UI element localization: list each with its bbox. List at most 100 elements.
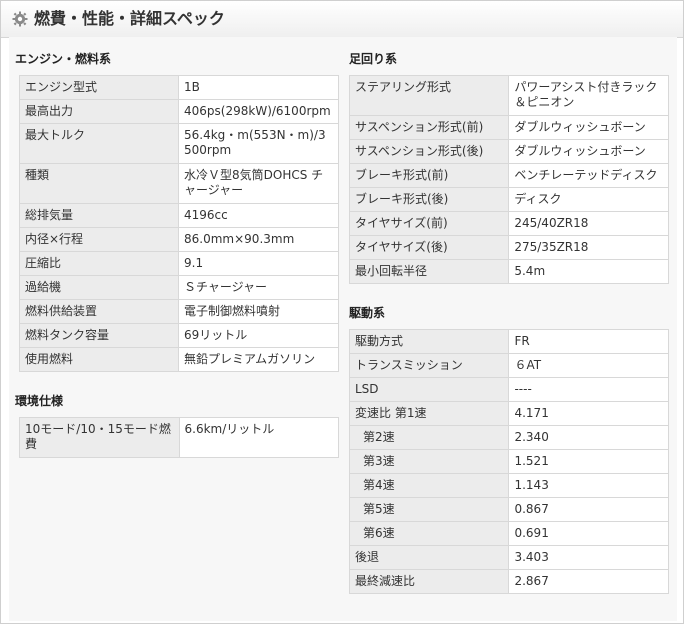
header-bar: 燃費・性能・詳細スペック [1, 1, 683, 38]
row-value: 69リットル [178, 323, 339, 348]
row-value: 電子制御燃料噴射 [178, 299, 339, 324]
section-title-engine: エンジン・燃料系 [15, 52, 112, 66]
row-label: 第5速 [348, 497, 510, 522]
row-label: 最高出力 [18, 99, 180, 124]
row-label: 種類 [18, 163, 180, 204]
row-label: サスペンション形式(前) [348, 115, 510, 140]
table-row: 第2速 2.340 [348, 425, 669, 450]
row-label: 過給機 [18, 275, 180, 300]
row-label: 総排気量 [18, 203, 180, 228]
row-value: FR [508, 329, 669, 354]
row-value: ベンチレーテッドディスク [508, 163, 669, 188]
page-title: 燃費・性能・詳細スペック [34, 9, 225, 28]
table-row: 第6速 0.691 [348, 521, 669, 546]
row-label: タイヤサイズ(前) [348, 211, 510, 236]
drivetrain-spec-table: 駆動方式 FR トランスミッション ６AT LSD ---- 変速比 第1速 4.171… [348, 329, 669, 594]
row-value: 86.0mm×90.3mm [178, 227, 339, 252]
row-label: ブレーキ形式(前) [348, 163, 510, 188]
row-value: 275/35ZR18 [508, 235, 669, 260]
row-value: 3.403 [508, 545, 669, 570]
row-value: 406ps(298kW)/6100rpm [178, 99, 339, 124]
row-label: 10モード/10・15モード燃費 [19, 417, 180, 458]
row-value: ダブルウィッシュボーン [508, 139, 669, 164]
row-label: 駆動方式 [348, 329, 510, 354]
gear-icon [12, 11, 28, 27]
table-row: 第4速 1.143 [348, 473, 669, 498]
left-column: エンジン・燃料系 エンジン型式 1B 最高出力 406ps(298kW)/6100r… [9, 37, 343, 621]
table-row: トランスミッション ６AT [348, 353, 669, 378]
table-row: 過給機 Ｓチャージャー [18, 275, 339, 300]
table-row: ブレーキ形式(前) ベンチレーテッドディスク [348, 163, 669, 188]
table-row: 後退 3.403 [348, 545, 669, 570]
right-column: 足回り系 ステアリング形式 パワーアシスト付きラック＆ピニオン サスペンション形式… [343, 37, 677, 621]
table-row: 燃料供給装置 電子制御燃料噴射 [18, 299, 339, 324]
table-row: 最小回転半径 5.4m [348, 259, 669, 284]
row-label: サスペンション形式(後) [348, 139, 510, 164]
table-row: 圧縮比 9.1 [18, 251, 339, 276]
row-value: 9.1 [178, 251, 339, 276]
row-value: 1B [178, 75, 339, 100]
row-label: 最終減速比 [348, 569, 510, 594]
table-row: 10モード/10・15モード燃費 6.6km/リットル [19, 417, 339, 458]
section-title-suspension: 足回り系 [349, 52, 398, 66]
table-row: 燃料タンク容量 69リットル [18, 323, 339, 348]
row-value: Ｓチャージャー [178, 275, 339, 300]
row-label: 後退 [348, 545, 510, 570]
table-row: LSD ---- [348, 377, 669, 402]
row-value: ---- [508, 377, 669, 402]
table-row: 使用燃料 無鉛プレミアムガソリン [18, 347, 339, 372]
row-value: 4.171 [508, 401, 669, 426]
row-label: ブレーキ形式(後) [348, 187, 510, 212]
row-label: 第3速 [348, 449, 510, 474]
table-row: 総排気量 4196cc [18, 203, 339, 228]
table-row: 最大トルク 56.4kg・m(553N・m)/3500rpm [18, 123, 339, 164]
row-label: トランスミッション [348, 353, 510, 378]
row-value: 1.143 [508, 473, 669, 498]
table-row: タイヤサイズ(前) 245/40ZR18 [348, 211, 669, 236]
row-label: 第4速 [348, 473, 510, 498]
table-row: 内径×行程 86.0mm×90.3mm [18, 227, 339, 252]
row-value: 水冷Ｖ型8気筒DOHCS チャージャー [178, 163, 339, 204]
row-value: 無鉛プレミアムガソリン [178, 347, 339, 372]
row-label: 内径×行程 [18, 227, 180, 252]
engine-spec-table: エンジン型式 1B 最高出力 406ps(298kW)/6100rpm 最大トルク 5… [18, 75, 339, 372]
environment-spec-table: 10モード/10・15モード燃費 6.6km/リットル [19, 417, 339, 458]
table-row: 第3速 1.521 [348, 449, 669, 474]
row-value: 1.521 [508, 449, 669, 474]
row-value: 245/40ZR18 [508, 211, 669, 236]
row-value: パワーアシスト付きラック＆ピニオン [508, 75, 669, 116]
table-row: ステアリング形式 パワーアシスト付きラック＆ピニオン [348, 75, 669, 116]
spec-panel: 燃費・性能・詳細スペック エンジン・燃料系 エンジン型式 1B 最高出力 406ps… [0, 0, 684, 624]
row-value: 0.691 [508, 521, 669, 546]
row-value: 6.6km/リットル [178, 417, 339, 458]
table-row: 最終減速比 2.867 [348, 569, 669, 594]
table-row: サスペンション形式(前) ダブルウィッシュボーン [348, 115, 669, 140]
row-value: 56.4kg・m(553N・m)/3500rpm [178, 123, 339, 164]
row-value: 5.4m [508, 259, 669, 284]
row-label: 圧縮比 [18, 251, 180, 276]
row-label: LSD [348, 377, 510, 402]
table-row: 変速比 第1速 4.171 [348, 401, 669, 426]
row-value: ６AT [508, 353, 669, 378]
row-value: 2.340 [508, 425, 669, 450]
table-row: 駆動方式 FR [348, 329, 669, 354]
row-label: 最大トルク [18, 123, 180, 164]
row-label: 燃料タンク容量 [18, 323, 180, 348]
row-value: ディスク [508, 187, 669, 212]
table-row: 最高出力 406ps(298kW)/6100rpm [18, 99, 339, 124]
suspension-spec-table: ステアリング形式 パワーアシスト付きラック＆ピニオン サスペンション形式(前) ダブ… [348, 75, 669, 284]
row-label: エンジン型式 [18, 75, 180, 100]
section-title-drivetrain: 駆動系 [349, 306, 386, 320]
table-row: サスペンション形式(後) ダブルウィッシュボーン [348, 139, 669, 164]
row-label: ステアリング形式 [348, 75, 510, 116]
table-row: 第5速 0.867 [348, 497, 669, 522]
row-value: 2.867 [508, 569, 669, 594]
row-value: 0.867 [508, 497, 669, 522]
table-row: エンジン型式 1B [18, 75, 339, 100]
row-label: 変速比 第1速 [348, 401, 510, 426]
row-label: 最小回転半径 [348, 259, 510, 284]
row-label: 第2速 [348, 425, 510, 450]
row-label: タイヤサイズ(後) [348, 235, 510, 260]
row-value: 4196cc [178, 203, 339, 228]
row-label: 燃料供給装置 [18, 299, 180, 324]
